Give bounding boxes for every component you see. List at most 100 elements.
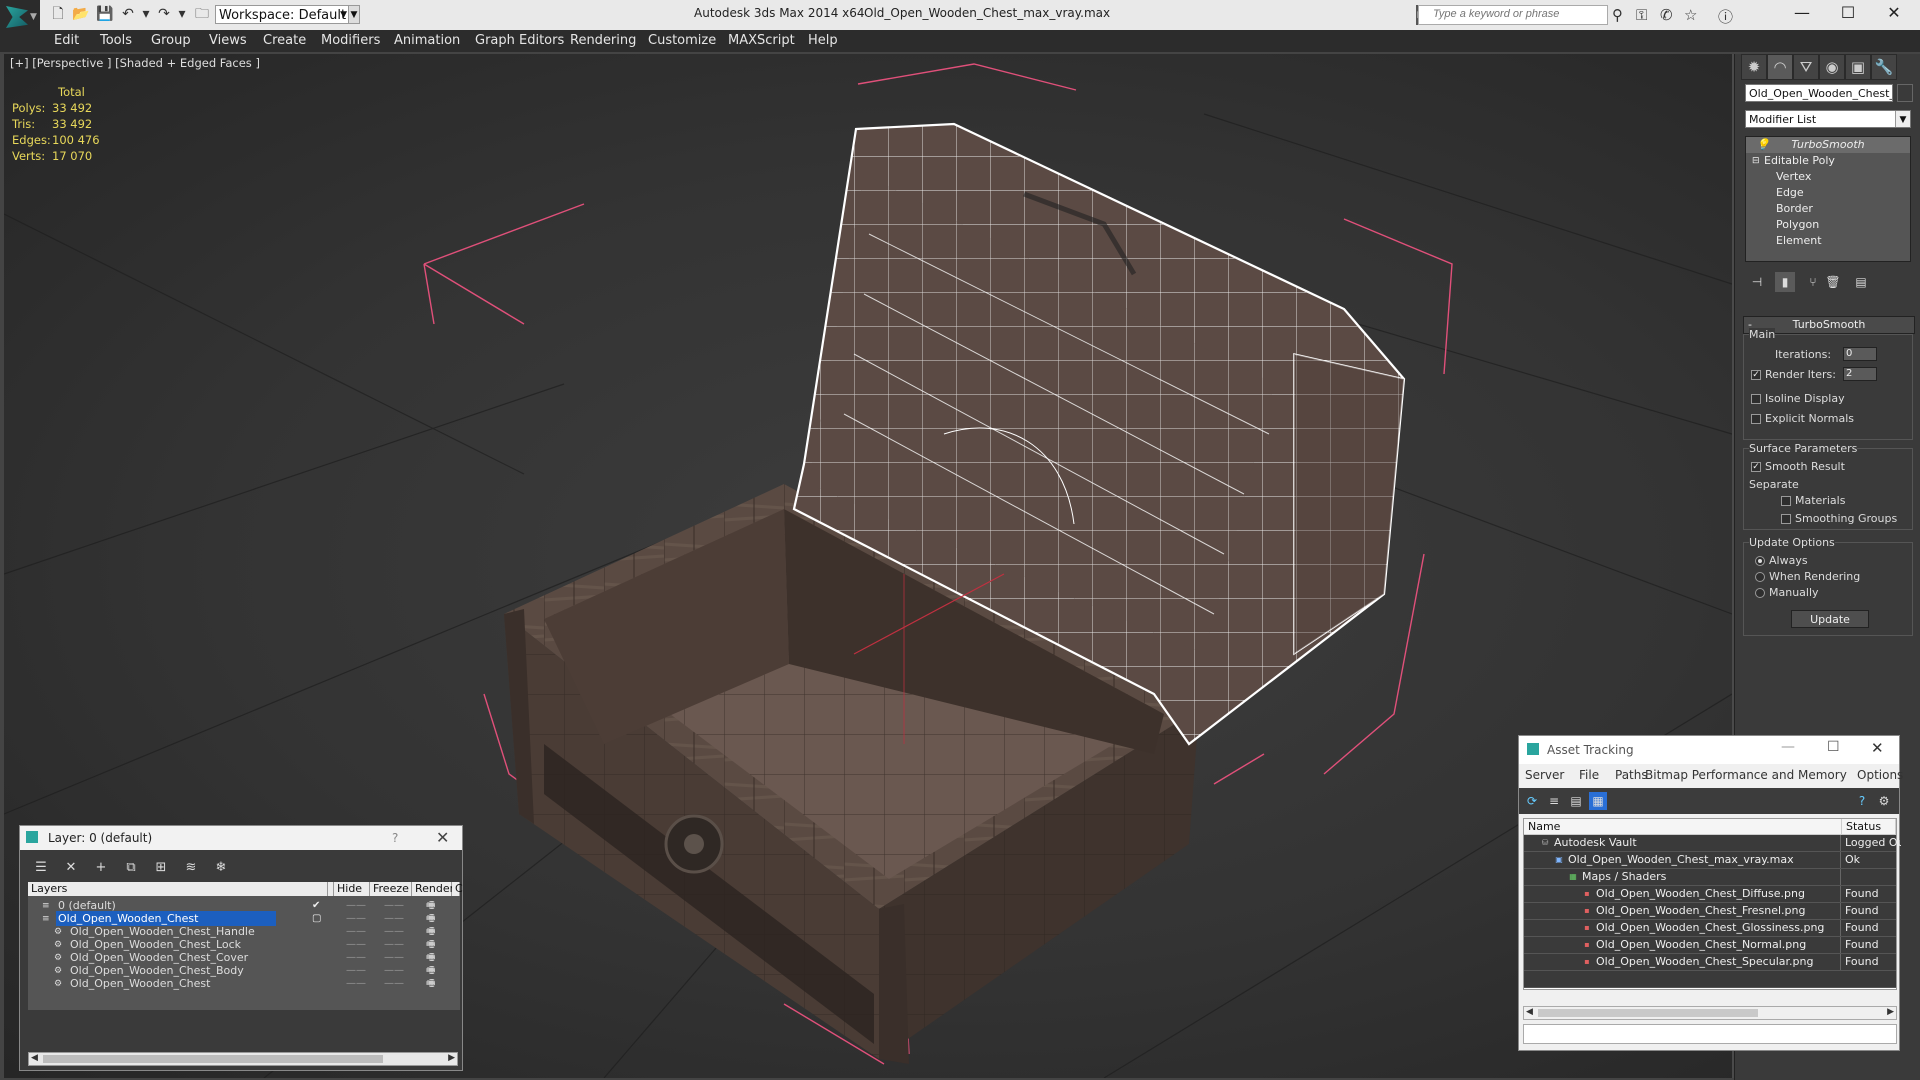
isoline-display-checkbox[interactable] [1751,394,1761,404]
undo-icon[interactable]: ↶ [120,6,136,22]
menu-graph-editors[interactable]: Graph Editors [475,33,564,48]
create-tab-icon[interactable]: ✹ [1741,54,1767,80]
update-button[interactable]: Update [1791,610,1869,628]
menu-tools[interactable]: Tools [100,33,132,48]
render-iters-checkbox[interactable]: ✓ [1751,370,1761,380]
menu-group[interactable]: Group [151,33,191,48]
motion-tab-icon[interactable]: ◉ [1819,54,1845,80]
manually-radio[interactable] [1755,588,1765,598]
open-file-icon[interactable]: 📂 [72,6,89,22]
menu-help[interactable]: Help [808,33,838,48]
object-name-field[interactable]: Old_Open_Wooden_Chest_C [1745,84,1893,102]
col-hide[interactable]: Hide [334,882,370,896]
binoculars-icon[interactable]: ⚲ [1612,6,1623,24]
smooth-result-checkbox[interactable]: ✓ [1751,462,1761,472]
subscription-icon[interactable]: ⚿ [1636,6,1647,24]
explicit-normals-checkbox[interactable] [1751,414,1761,424]
close-button[interactable]: ✕ [1872,0,1916,28]
help-icon[interactable]: ⓘ [1718,6,1733,27]
stack-item-edge[interactable]: Edge [1746,185,1910,201]
layer-horizontal-scrollbar[interactable]: ◀ ▶ [28,1052,458,1066]
delete-layer-icon[interactable]: ✕ [60,858,82,878]
col-color[interactable]: C [452,882,463,896]
help-icon[interactable]: ? [1853,792,1871,810]
smoothing-groups-checkbox[interactable] [1781,514,1791,524]
stack-item-editable-poly[interactable]: ⊟ Editable Poly [1746,153,1910,169]
asset-row[interactable]: ▣ Old_Open_Wooden_Chest_max_vray.max Ok [1524,852,1896,869]
object-color-swatch[interactable] [1897,84,1913,102]
iterations-spinner[interactable]: 0 [1843,347,1877,361]
scroll-left-icon[interactable]: ◀ [31,1053,38,1063]
col-status[interactable]: Status [1842,819,1896,835]
new-file-icon[interactable]: 🗋 [50,6,66,22]
menu-maxscript[interactable]: MAXScript [728,33,795,48]
asset-menu-file[interactable]: File [1579,768,1599,782]
asset-row[interactable]: ▪ Old_Open_Wooden_Chest_Fresnel.png Found [1524,903,1896,920]
project-folder-icon[interactable]: 🗀 [194,6,210,22]
render-teapot-icon[interactable]: 🖷 [426,976,435,992]
menu-customize[interactable]: Customize [648,33,716,48]
asset-row[interactable]: ▪ Old_Open_Wooden_Chest_Normal.png Found [1524,937,1896,954]
asset-row[interactable]: ▪ Old_Open_Wooden_Chest_Specular.png Found [1524,954,1896,971]
render-iters-spinner[interactable]: 2 [1843,367,1877,381]
menu-views[interactable]: Views [209,33,247,48]
hide-toggle[interactable]: —— [346,976,366,992]
show-end-result-icon[interactable]: ▮ [1775,272,1795,292]
modify-tab-icon[interactable]: ◠ [1767,54,1793,80]
remove-modifier-icon[interactable]: 🗑 [1823,272,1843,292]
minimize-button[interactable]: — [1781,739,1795,755]
undo-dropdown-icon[interactable]: ▾ [138,6,154,22]
favorites-star-icon[interactable]: ☆ [1684,6,1697,24]
communication-icon[interactable]: ✆ [1660,6,1673,24]
scrollbar-thumb[interactable] [43,1055,383,1063]
configure-sets-icon[interactable]: ▤ [1851,272,1871,292]
lightbulb-icon[interactable]: 💡 [1756,137,1770,153]
pin-stack-icon[interactable]: ⊣ [1747,272,1767,292]
menu-modifiers[interactable]: Modifiers [321,33,380,48]
hide-all-layers-icon[interactable]: ≋ [180,858,202,878]
freeze-toggle[interactable]: —— [384,976,404,992]
add-to-layer-icon[interactable]: + [90,858,112,878]
highlight-layer-icon[interactable]: ⊞ [150,858,172,878]
col-layers[interactable]: Layers [28,882,328,896]
settings-icon[interactable]: ⚙ [1875,792,1893,810]
asset-menu-paths[interactable]: Paths [1615,768,1648,782]
modifier-list-dropdown[interactable]: Modifier List ▼ [1745,110,1911,128]
make-unique-icon[interactable]: ⑂ [1803,272,1823,292]
select-objects-icon[interactable]: ⧉ [120,858,142,878]
layer-row[interactable]: ⚙ Old_Open_Wooden_Chest —— —— 🖷 [28,976,460,992]
col-render[interactable]: Render [412,882,454,896]
display-tab-icon[interactable]: ▣ [1845,54,1871,80]
save-file-icon[interactable]: 💾 [96,6,113,22]
col-freeze[interactable]: Freeze [370,882,412,896]
search-input[interactable] [1431,7,1607,21]
help-icon[interactable]: ? [392,831,398,845]
menu-rendering[interactable]: Rendering [570,33,636,48]
materials-checkbox[interactable] [1781,496,1791,506]
search-box[interactable] [1418,5,1608,25]
create-layer-icon[interactable]: ☰ [30,858,52,878]
stack-item-turbosmooth[interactable]: 💡 TurboSmooth [1746,137,1910,153]
close-icon[interactable]: ✕ [436,828,449,847]
table-view-icon[interactable]: ▦ [1589,792,1607,810]
always-radio[interactable] [1755,556,1765,566]
stack-item-border[interactable]: Border [1746,201,1910,217]
minimize-button[interactable]: — [1780,0,1824,28]
asset-menu-options[interactable]: Options [1857,768,1903,782]
refresh-icon[interactable]: ⟳ [1523,792,1541,810]
scrollbar-thumb[interactable] [1538,1009,1758,1017]
asset-row[interactable]: ▪ Old_Open_Wooden_Chest_Diffuse.png Found [1524,886,1896,903]
when-rendering-radio[interactable] [1755,572,1765,582]
close-button[interactable]: ✕ [1871,739,1884,757]
collapse-icon[interactable]: ⊟ [1752,153,1760,169]
workspace-selector[interactable]: Workspace: Default ▼ [215,5,350,24]
stack-item-polygon[interactable]: Polygon [1746,217,1910,233]
asset-title-bar[interactable]: Asset Tracking — ☐ ✕ [1519,736,1899,764]
asset-horizontal-scrollbar[interactable]: ◀ ▶ [1523,1006,1897,1020]
freeze-all-layers-icon[interactable]: ❄ [210,858,232,878]
maximize-button[interactable]: ☐ [1827,739,1840,755]
workspace-dropdown-button[interactable]: ▼ [348,5,360,24]
asset-menu-bitmap[interactable]: Bitmap Performance and Memory [1645,768,1847,782]
scroll-right-icon[interactable]: ▶ [448,1053,455,1063]
menu-edit[interactable]: Edit [54,33,79,48]
